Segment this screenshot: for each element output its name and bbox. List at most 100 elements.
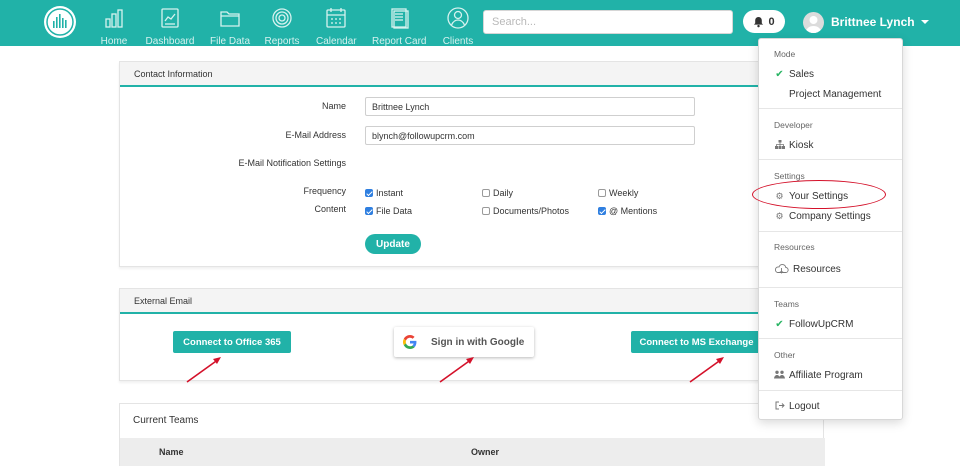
frequency-instant-label: Instant	[376, 188, 404, 198]
nav-report-card[interactable]: Report Card	[372, 6, 427, 47]
frequency-label: Frequency	[303, 186, 346, 196]
clipboard-chart-icon	[161, 8, 179, 28]
name-input[interactable]	[365, 97, 695, 116]
nav-reports[interactable]: Reports	[264, 6, 300, 47]
external-email-title: External Email	[120, 289, 823, 314]
menu-item-pm-label: Project Management	[789, 88, 882, 100]
cloud-icon	[774, 263, 789, 276]
menu-item-project-management[interactable]: Project Management	[774, 86, 881, 102]
nav-dashboard[interactable]: Dashboard	[145, 6, 195, 47]
content-mentions-label: @ Mentions	[609, 206, 658, 216]
menu-item-kiosk-label: Kiosk	[789, 139, 814, 151]
contact-information-panel: Contact Information Name E-Mail Address …	[119, 61, 824, 267]
dropdown-other-heading: Other	[774, 350, 796, 360]
avatar	[803, 11, 824, 33]
update-button[interactable]: Update	[365, 234, 421, 254]
logo-bars-icon	[46, 8, 74, 36]
nav-report-card-label: Report Card	[372, 36, 427, 47]
user-dropdown-menu: Mode ✔ Sales Project Management Develope…	[758, 38, 903, 420]
search-input[interactable]	[483, 10, 733, 34]
menu-item-company-settings[interactable]: ⚙ Company Settings	[774, 208, 871, 224]
menu-item-sales[interactable]: ✔ Sales	[774, 66, 814, 82]
connect-ms-exchange-button[interactable]: Connect to MS Exchange	[631, 331, 762, 353]
sitemap-icon	[774, 139, 785, 151]
menu-item-resources-label: Resources	[793, 263, 841, 275]
dropdown-settings-heading: Settings	[774, 171, 805, 181]
menu-item-resources[interactable]: Resources	[774, 261, 841, 277]
email-label: E-Mail Address	[285, 130, 346, 140]
checkbox-checked-icon[interactable]	[365, 189, 373, 197]
frequency-instant-checkbox[interactable]: Instant	[365, 188, 403, 198]
menu-item-team-label: FollowUpCRM	[789, 318, 854, 330]
menu-item-sales-label: Sales	[789, 68, 815, 80]
app-logo[interactable]	[44, 6, 76, 38]
dropdown-divider	[759, 231, 902, 232]
menu-item-affiliate-label: Affiliate Program	[789, 369, 863, 381]
checkbox-unchecked-icon[interactable]	[482, 207, 490, 215]
check-icon: ✔	[775, 318, 784, 330]
check-icon: ✔	[775, 68, 784, 80]
gear-icon: ⚙	[775, 190, 784, 201]
user-silhouette-icon	[805, 15, 822, 33]
external-email-panel: External Email Connect to Office 365 Sig…	[119, 288, 824, 381]
checkbox-unchecked-icon[interactable]	[598, 189, 606, 197]
menu-item-team-followupcrm[interactable]: ✔ FollowUpCRM	[774, 316, 853, 332]
contact-panel-title: Contact Information	[120, 62, 823, 87]
content-mentions-checkbox[interactable]: @ Mentions	[598, 206, 657, 216]
col-name-header[interactable]: Name	[159, 447, 184, 457]
dropdown-divider	[759, 108, 902, 109]
dropdown-developer-heading: Developer	[774, 120, 813, 130]
col-owner-header[interactable]: Owner	[471, 447, 499, 457]
bar-chart-icon	[105, 9, 123, 28]
nav-home[interactable]: Home	[98, 6, 130, 47]
nav-file-data-label: File Data	[210, 36, 251, 47]
google-sign-in-label: Sign in with Google	[431, 336, 525, 348]
sign-out-icon	[774, 401, 785, 412]
user-menu-toggle[interactable]: Brittnee Lynch	[803, 10, 929, 34]
content-documents-checkbox[interactable]: Documents/Photos	[482, 206, 569, 216]
email-input[interactable]	[365, 126, 695, 145]
dropdown-divider	[759, 390, 902, 391]
email-notification-label: E-Mail Notification Settings	[238, 158, 346, 168]
checkbox-checked-icon[interactable]	[598, 207, 606, 215]
checkbox-unchecked-icon[interactable]	[482, 189, 490, 197]
dropdown-divider	[759, 287, 902, 288]
menu-item-logout[interactable]: Logout	[774, 398, 820, 414]
dropdown-divider	[759, 338, 902, 339]
menu-item-kiosk[interactable]: Kiosk	[774, 137, 813, 153]
google-sign-in-button[interactable]: Sign in with Google	[394, 327, 534, 357]
teams-table-header: Name Owner	[120, 438, 825, 466]
nav-clients[interactable]: Clients	[442, 6, 474, 47]
calendar-icon	[326, 8, 346, 28]
current-teams-title: Current Teams	[133, 415, 199, 426]
nav-dashboard-label: Dashboard	[145, 36, 195, 47]
connect-office365-button[interactable]: Connect to Office 365	[173, 331, 291, 353]
checkbox-checked-icon[interactable]	[365, 207, 373, 215]
menu-item-affiliate-program[interactable]: Affiliate Program	[774, 367, 863, 383]
current-teams-panel: Current Teams Name Owner	[119, 403, 825, 466]
frequency-daily-checkbox[interactable]: Daily	[482, 188, 513, 198]
nav-clients-label: Clients	[442, 36, 474, 47]
frequency-daily-label: Daily	[493, 188, 514, 198]
person-icon	[447, 7, 469, 29]
dropdown-divider	[759, 159, 902, 160]
users-icon	[774, 370, 785, 381]
report-card-icon	[391, 8, 409, 29]
gear-icon: ⚙	[775, 210, 784, 221]
menu-item-your-settings-label: Your Settings	[789, 190, 849, 202]
nav-calendar[interactable]: Calendar	[316, 6, 357, 47]
nav-home-label: Home	[100, 36, 128, 47]
content-file-data-label: File Data	[376, 206, 413, 216]
frequency-weekly-label: Weekly	[609, 188, 639, 198]
content-file-data-checkbox[interactable]: File Data	[365, 206, 412, 216]
notifications-button[interactable]: 0	[743, 10, 785, 33]
dropdown-resources-heading: Resources	[774, 242, 815, 252]
user-name: Brittnee Lynch	[831, 15, 915, 29]
menu-item-your-settings[interactable]: ⚙ Your Settings	[774, 188, 848, 204]
menu-item-company-settings-label: Company Settings	[789, 210, 871, 222]
frequency-weekly-checkbox[interactable]: Weekly	[598, 188, 638, 198]
dropdown-teams-heading: Teams	[774, 299, 800, 309]
folder-icon	[220, 11, 240, 27]
nav-file-data[interactable]: File Data	[210, 6, 251, 47]
content-label: Content	[314, 204, 346, 214]
